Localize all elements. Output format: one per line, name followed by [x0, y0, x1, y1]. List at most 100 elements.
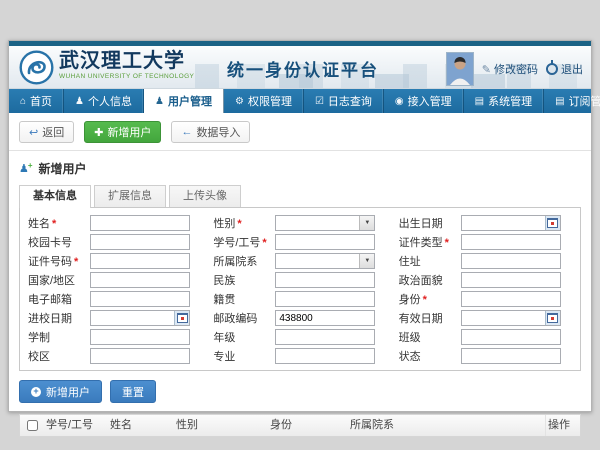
- user-avatar[interactable]: [446, 52, 474, 86]
- form-field-political-status: 政治面貌: [393, 272, 578, 288]
- browser-content-window: 武汉理工大学 WUHAN UNIVERSITY OF TECHNOLOGY 统一…: [8, 40, 592, 412]
- department-select[interactable]: ▼: [275, 253, 375, 269]
- tab-extended-info[interactable]: 扩展信息: [94, 185, 166, 207]
- form-field-valid-date: 有效日期: [393, 310, 578, 326]
- form-field-native-place: 籍贯: [207, 291, 392, 307]
- native-place-input[interactable]: [275, 291, 375, 307]
- logout-link[interactable]: 退出: [546, 61, 583, 77]
- form-field-postal-code: 邮政编码: [207, 310, 392, 326]
- required-mark: *: [52, 218, 56, 230]
- student-id-input[interactable]: [275, 234, 375, 250]
- form-grid: 姓名* 性别* ▼ 出生日期 校园卡号 学号/工号* 证件类型*: [22, 215, 578, 364]
- field-label: 班级: [393, 329, 461, 345]
- field-label: 住址: [393, 253, 461, 269]
- email-input[interactable]: [90, 291, 190, 307]
- nav-item-subscription-management[interactable]: ▤订阅管理: [544, 89, 600, 113]
- back-button[interactable]: ↩ 返回: [19, 121, 74, 143]
- form-field-grade: 年级: [207, 329, 392, 345]
- permission-icon: ⚙: [235, 96, 244, 107]
- form-actions: + 新增用户 重置: [9, 371, 591, 412]
- address-input[interactable]: [461, 253, 561, 269]
- select-all-checkbox[interactable]: [27, 420, 38, 431]
- field-label: 姓名*: [22, 215, 90, 231]
- col-department: 所属院系: [348, 415, 546, 436]
- form-field-identity: 身份*: [393, 291, 578, 307]
- university-logo-icon: [19, 50, 54, 90]
- status-input[interactable]: [461, 348, 561, 364]
- logout-label: 退出: [561, 61, 583, 77]
- nav-item-permission-management[interactable]: ⚙权限管理: [224, 89, 304, 113]
- calendar-icon[interactable]: [545, 311, 560, 325]
- section-title: 新增用户: [39, 160, 87, 177]
- id-number-input[interactable]: [90, 253, 190, 269]
- pencil-icon: ✎: [482, 63, 491, 76]
- field-label: 出生日期: [393, 215, 461, 231]
- change-password-link[interactable]: ✎ 修改密码: [482, 61, 538, 77]
- campus-card-input[interactable]: [90, 234, 190, 250]
- schooling-length-input[interactable]: [90, 329, 190, 345]
- home-icon: ⌂: [20, 96, 26, 107]
- add-user-button[interactable]: ✚ 新增用户: [84, 121, 161, 143]
- field-label: 性别*: [207, 215, 275, 231]
- nav-item-personal-info[interactable]: ♟个人信息: [64, 89, 144, 113]
- access-icon: ◉: [395, 96, 404, 107]
- form-field-student-id: 学号/工号*: [207, 234, 392, 250]
- calendar-icon[interactable]: [174, 311, 189, 325]
- log-search-icon: ☑: [315, 96, 324, 107]
- form-field-class: 班级: [393, 329, 578, 345]
- form-field-status: 状态: [393, 348, 578, 364]
- field-label: 证件类型*: [393, 234, 461, 250]
- form-field-birth-date: 出生日期: [393, 215, 578, 231]
- nav-item-user-management[interactable]: ♟用户管理: [144, 89, 224, 113]
- tab-upload-avatar[interactable]: 上传头像: [169, 185, 241, 207]
- form-field-campus: 校区: [22, 348, 207, 364]
- country-input[interactable]: [90, 272, 190, 288]
- required-mark: *: [445, 237, 449, 249]
- users-icon: ♟: [155, 96, 164, 107]
- calendar-icon[interactable]: [545, 216, 560, 230]
- form-field-entry-date: 进校日期: [22, 310, 207, 326]
- col-name: 姓名: [108, 415, 174, 436]
- form-field-major: 专业: [207, 348, 392, 364]
- name-input[interactable]: [90, 215, 190, 231]
- field-label: 学号/工号*: [207, 234, 275, 250]
- major-input[interactable]: [275, 348, 375, 364]
- field-label: 证件号码*: [22, 253, 90, 269]
- form-field-address: 住址: [393, 253, 578, 269]
- postal-code-input[interactable]: [275, 310, 375, 326]
- university-name: 武汉理工大学: [59, 51, 194, 71]
- id-type-input[interactable]: [461, 234, 561, 250]
- form-field-country: 国家/地区: [22, 272, 207, 288]
- data-import-button[interactable]: ← 数据导入: [171, 121, 250, 143]
- submit-add-user-button[interactable]: + 新增用户: [19, 380, 102, 403]
- required-mark: *: [237, 218, 241, 230]
- form-field-gender: 性别* ▼: [207, 215, 392, 231]
- field-label: 状态: [393, 348, 461, 364]
- gender-select[interactable]: ▼: [275, 215, 375, 231]
- required-mark: *: [262, 237, 266, 249]
- tab-basic-info[interactable]: 基本信息: [19, 185, 91, 208]
- reset-button[interactable]: 重置: [110, 380, 156, 403]
- political-status-input[interactable]: [461, 272, 561, 288]
- field-label: 政治面貌: [393, 272, 461, 288]
- add-user-section-icon: ♟+: [19, 162, 34, 175]
- ethnicity-input[interactable]: [275, 272, 375, 288]
- field-label: 年级: [207, 329, 275, 345]
- nav-item-log-query[interactable]: ☑日志查询: [304, 89, 384, 113]
- user-table-header: 学号/工号 姓名 性别 身份 所属院系 操作: [19, 414, 581, 437]
- field-label: 专业: [207, 348, 275, 364]
- form-field-campus-card: 校园卡号: [22, 234, 207, 250]
- nav-item-home[interactable]: ⌂首页: [9, 89, 64, 113]
- nav-item-system-management[interactable]: ▤系统管理: [464, 89, 544, 113]
- field-label: 国家/地区: [22, 272, 90, 288]
- field-label: 有效日期: [393, 310, 461, 326]
- nav-item-access-management[interactable]: ◉接入管理: [384, 89, 464, 113]
- field-label: 所属院系: [207, 253, 275, 269]
- field-label: 邮政编码: [207, 310, 275, 326]
- grade-input[interactable]: [275, 329, 375, 345]
- plus-circle-icon: +: [31, 387, 41, 397]
- col-actions: 操作: [546, 415, 580, 436]
- class-input[interactable]: [461, 329, 561, 345]
- campus-input[interactable]: [90, 348, 190, 364]
- identity-input[interactable]: [461, 291, 561, 307]
